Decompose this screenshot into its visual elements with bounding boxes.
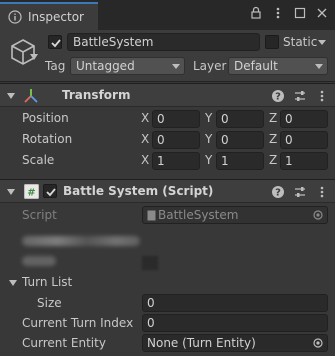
axis-z-label: Z — [269, 132, 278, 146]
checkmark-icon — [51, 39, 61, 48]
axis-z-label: Z — [269, 111, 278, 125]
transform-title: Transform — [62, 88, 131, 102]
tab-inspector[interactable]: Inspector — [0, 2, 98, 30]
transform-axes-icon — [24, 89, 38, 103]
current-turn-index-field[interactable]: 0 — [142, 314, 328, 332]
axis-x-label: X — [141, 153, 150, 167]
scale-label: Scale — [22, 153, 55, 167]
foldout-expanded-icon[interactable] — [7, 188, 15, 196]
layer-label: Layer — [193, 59, 227, 73]
script-reference-field: BattleSystem — [142, 206, 328, 224]
axis-z-label: Z — [269, 153, 278, 167]
tag-value: Untagged — [76, 59, 135, 73]
tab-bar: Inspector — [0, 0, 335, 30]
rotation-y-field[interactable]: 0 — [216, 131, 264, 149]
gameobject-header: BattleSystem Static Tag Untagged Layer D… — [0, 30, 335, 82]
script-file-icon — [147, 210, 156, 221]
info-icon — [8, 10, 22, 24]
axis-y-label: Y — [205, 111, 213, 125]
static-dropdown-arrow-icon[interactable] — [318, 40, 326, 45]
object-picker-icon[interactable] — [313, 338, 323, 348]
more-menu-icon[interactable] — [315, 185, 329, 199]
object-name-input[interactable]: BattleSystem — [67, 33, 260, 51]
script-component-title: Battle System (Script) — [63, 184, 214, 198]
transform-header[interactable]: Transform ? — [0, 83, 335, 107]
object-picker-icon — [313, 210, 323, 220]
tag-dropdown[interactable]: Untagged — [70, 57, 185, 75]
script-label: Script — [22, 208, 57, 222]
static-label: Static — [283, 35, 318, 49]
checkmark-icon — [46, 188, 56, 197]
rotation-z-field[interactable]: 0 — [280, 131, 328, 149]
obscured-field — [22, 236, 140, 246]
current-entity-value: None (Turn Entity) — [147, 336, 256, 350]
size-field[interactable]: 0 — [142, 294, 328, 312]
obscured-field — [142, 256, 158, 270]
axis-x-label: X — [141, 111, 150, 125]
chevron-down-icon — [172, 64, 180, 69]
csharp-script-icon: # — [24, 184, 39, 199]
position-z-field[interactable]: 0 — [280, 110, 328, 128]
rotation-label: Rotation — [22, 132, 73, 146]
more-menu-icon[interactable] — [271, 6, 285, 20]
position-y-field[interactable]: 0 — [216, 110, 264, 128]
axis-x-label: X — [141, 132, 150, 146]
presets-icon[interactable] — [293, 89, 307, 103]
scale-z-field[interactable]: 1 — [280, 152, 328, 170]
axis-y-label: Y — [205, 153, 213, 167]
lock-icon[interactable] — [249, 6, 263, 20]
position-x-field[interactable]: 0 — [152, 110, 200, 128]
chevron-down-icon — [315, 64, 323, 69]
help-icon[interactable]: ? — [271, 89, 285, 103]
tab-label: Inspector — [28, 10, 84, 24]
scale-x-field[interactable]: 1 — [152, 152, 200, 170]
layer-dropdown[interactable]: Default — [228, 57, 328, 75]
current-entity-label: Current Entity — [22, 336, 106, 350]
svg-text:?: ? — [275, 188, 281, 199]
turn-list-foldout-icon[interactable] — [9, 279, 17, 287]
gameobject-icon[interactable] — [8, 37, 38, 67]
svg-text:?: ? — [275, 92, 281, 103]
turn-list-label[interactable]: Turn List — [22, 275, 72, 289]
scale-y-field[interactable]: 1 — [216, 152, 264, 170]
help-icon[interactable]: ? — [271, 185, 285, 199]
size-label: Size — [37, 296, 62, 310]
foldout-expanded-icon[interactable] — [7, 92, 15, 100]
svg-text:#: # — [27, 188, 35, 199]
presets-icon[interactable] — [293, 185, 307, 199]
close-icon[interactable] — [315, 6, 329, 20]
chevron-down-icon[interactable] — [30, 54, 38, 60]
restore-window-icon[interactable] — [293, 6, 307, 20]
obscured-field — [22, 256, 56, 266]
component-enabled-checkbox[interactable] — [43, 184, 57, 198]
script-reference-value: BattleSystem — [158, 208, 239, 222]
more-menu-icon[interactable] — [315, 89, 329, 103]
layer-value: Default — [234, 59, 278, 73]
script-component-header[interactable]: # Battle System (Script) ? — [0, 179, 335, 203]
current-entity-field[interactable]: None (Turn Entity) — [142, 334, 328, 352]
current-turn-index-label: Current Turn Index — [22, 316, 134, 330]
tag-label: Tag — [45, 59, 66, 73]
static-checkbox[interactable] — [265, 35, 279, 49]
axis-y-label: Y — [205, 132, 213, 146]
active-checkbox[interactable] — [48, 35, 62, 49]
position-label: Position — [22, 111, 69, 125]
rotation-x-field[interactable]: 0 — [152, 131, 200, 149]
